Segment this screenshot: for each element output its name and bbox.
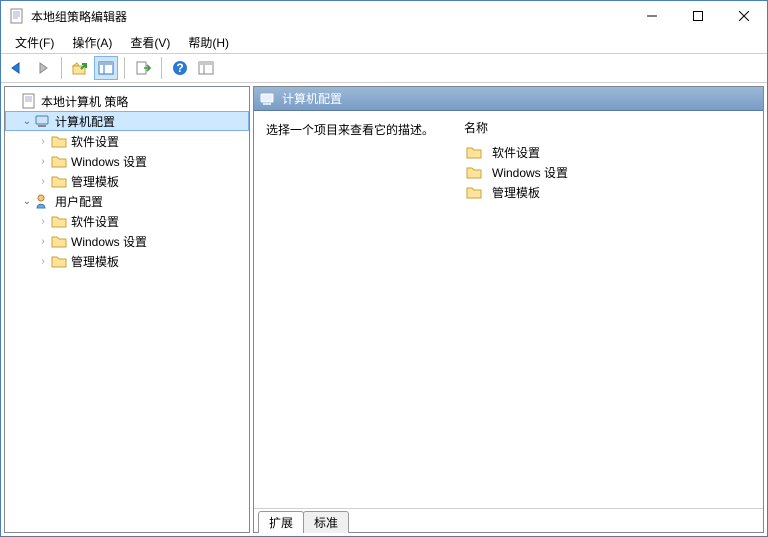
tree-label: 用户配置 bbox=[55, 193, 103, 210]
svg-text:?: ? bbox=[176, 61, 183, 75]
folder-icon bbox=[466, 184, 482, 200]
tree-label: Windows 设置 bbox=[71, 233, 147, 250]
expand-icon[interactable]: › bbox=[37, 176, 49, 187]
items-list[interactable]: 名称 软件设置 Windows 设置 管理模板 bbox=[454, 111, 763, 508]
toolbar: ? bbox=[1, 53, 767, 83]
details-content: 选择一个项目来查看它的描述。 名称 软件设置 Windows 设置 管理模板 bbox=[254, 111, 763, 508]
menu-help[interactable]: 帮助(H) bbox=[180, 32, 237, 53]
menu-view[interactable]: 查看(V) bbox=[122, 32, 178, 53]
window-buttons bbox=[629, 1, 767, 31]
show-hide-tree-button[interactable] bbox=[94, 56, 118, 80]
titlebar: 本地组策略编辑器 bbox=[1, 1, 767, 31]
close-button[interactable] bbox=[721, 1, 767, 31]
list-item-software-settings[interactable]: 软件设置 bbox=[462, 142, 755, 162]
tree-label: 计算机配置 bbox=[55, 113, 115, 130]
expand-icon[interactable]: › bbox=[37, 156, 49, 167]
forward-button[interactable] bbox=[31, 56, 55, 80]
folder-icon bbox=[51, 213, 67, 229]
folder-icon bbox=[466, 144, 482, 160]
toolbar-separator bbox=[124, 57, 125, 79]
tree-windows-settings-user[interactable]: › Windows 设置 bbox=[5, 231, 249, 251]
expand-icon[interactable]: › bbox=[37, 216, 49, 227]
body: 本地计算机 策略 ⌄ 计算机配置 › 软件设置 › Windows 设置 › 管… bbox=[1, 83, 767, 536]
tab-standard[interactable]: 标准 bbox=[303, 511, 349, 533]
tab-extended[interactable]: 扩展 bbox=[258, 511, 304, 533]
toolbar-separator bbox=[161, 57, 162, 79]
folder-icon bbox=[51, 133, 67, 149]
up-button[interactable] bbox=[68, 56, 92, 80]
tree-label: 软件设置 bbox=[71, 213, 119, 230]
collapse-icon[interactable]: ⌄ bbox=[21, 196, 33, 207]
tree-label: 本地计算机 策略 bbox=[41, 93, 128, 110]
computer-icon bbox=[260, 91, 276, 107]
minimize-button[interactable] bbox=[629, 1, 675, 31]
description-area: 选择一个项目来查看它的描述。 bbox=[254, 111, 454, 508]
tree-windows-settings[interactable]: › Windows 设置 bbox=[5, 151, 249, 171]
maximize-button[interactable] bbox=[675, 1, 721, 31]
expand-icon[interactable]: › bbox=[37, 136, 49, 147]
folder-icon bbox=[466, 164, 482, 180]
list-item-admin-templates[interactable]: 管理模板 bbox=[462, 182, 755, 202]
filter-button[interactable] bbox=[194, 56, 218, 80]
column-header-name[interactable]: 名称 bbox=[462, 117, 755, 142]
list-item-label: Windows 设置 bbox=[492, 164, 568, 181]
expand-icon[interactable]: › bbox=[37, 236, 49, 247]
list-item-label: 管理模板 bbox=[492, 184, 540, 201]
toolbar-separator bbox=[61, 57, 62, 79]
computer-icon bbox=[35, 113, 51, 129]
folder-icon bbox=[51, 173, 67, 189]
list-item-label: 软件设置 bbox=[492, 144, 540, 161]
tab-strip: 扩展 标准 bbox=[254, 508, 763, 532]
app-window: 本地组策略编辑器 文件(F) 操作(A) 查看(V) 帮助(H) ? bbox=[0, 0, 768, 537]
tree-computer-config[interactable]: ⌄ 计算机配置 bbox=[5, 111, 249, 131]
expand-icon[interactable]: › bbox=[37, 256, 49, 267]
menubar: 文件(F) 操作(A) 查看(V) 帮助(H) bbox=[1, 31, 767, 53]
tree-admin-templates-user[interactable]: › 管理模板 bbox=[5, 251, 249, 271]
export-button[interactable] bbox=[131, 56, 155, 80]
window-title: 本地组策略编辑器 bbox=[31, 8, 629, 25]
menu-action[interactable]: 操作(A) bbox=[64, 32, 120, 53]
details-header: 计算机配置 bbox=[254, 87, 763, 111]
app-icon bbox=[9, 8, 25, 24]
details-pane: 计算机配置 选择一个项目来查看它的描述。 名称 软件设置 Windows 设置 bbox=[253, 86, 764, 533]
collapse-icon[interactable]: ⌄ bbox=[21, 116, 33, 127]
list-item-windows-settings[interactable]: Windows 设置 bbox=[462, 162, 755, 182]
tree-pane[interactable]: 本地计算机 策略 ⌄ 计算机配置 › 软件设置 › Windows 设置 › 管… bbox=[4, 86, 250, 533]
tree-software-settings-user[interactable]: › 软件设置 bbox=[5, 211, 249, 231]
tree-label: Windows 设置 bbox=[71, 153, 147, 170]
help-button[interactable]: ? bbox=[168, 56, 192, 80]
back-button[interactable] bbox=[5, 56, 29, 80]
folder-icon bbox=[51, 233, 67, 249]
menu-file[interactable]: 文件(F) bbox=[7, 32, 62, 53]
tree-root[interactable]: 本地计算机 策略 bbox=[5, 91, 249, 111]
folder-icon bbox=[51, 253, 67, 269]
folder-icon bbox=[51, 153, 67, 169]
user-icon bbox=[35, 193, 51, 209]
tree-software-settings[interactable]: › 软件设置 bbox=[5, 131, 249, 151]
tree-label: 软件设置 bbox=[71, 133, 119, 150]
document-icon bbox=[21, 93, 37, 109]
details-header-title: 计算机配置 bbox=[282, 90, 342, 107]
tree-label: 管理模板 bbox=[71, 173, 119, 190]
tree-label: 管理模板 bbox=[71, 253, 119, 270]
tree-user-config[interactable]: ⌄ 用户配置 bbox=[5, 191, 249, 211]
description-hint: 选择一个项目来查看它的描述。 bbox=[266, 121, 442, 138]
tree-admin-templates[interactable]: › 管理模板 bbox=[5, 171, 249, 191]
